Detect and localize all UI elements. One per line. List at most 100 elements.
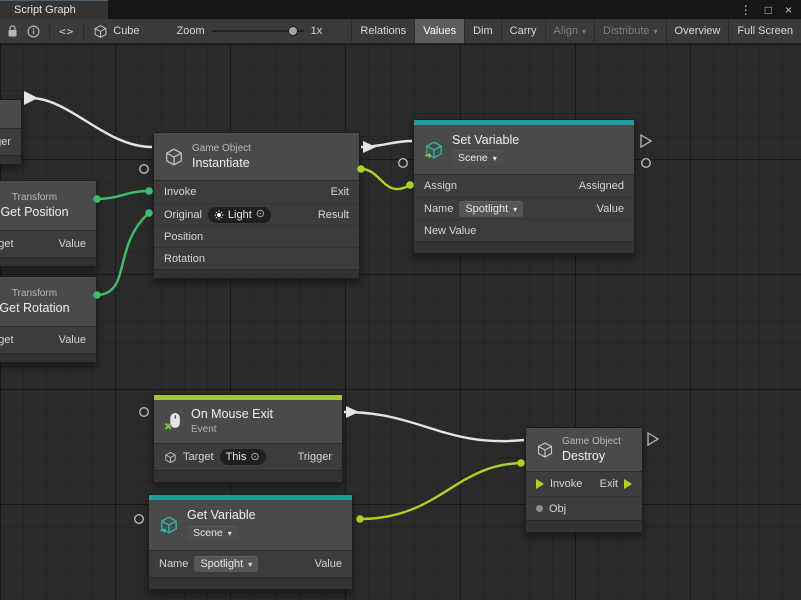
wire-flow-trigger-to-destroy-invoke[interactable] <box>344 412 524 441</box>
node-header: Transform Get Rotation <box>0 277 96 327</box>
chevron-down-icon: ▾ <box>582 28 586 36</box>
node-footer <box>414 241 634 253</box>
graph-target[interactable]: Cube <box>93 24 139 39</box>
script-graph-window: Script Graph ⋮ □ × <> <box>0 0 801 600</box>
port-original-input[interactable] <box>140 165 149 174</box>
node-get-variable[interactable]: Get Variable Scene ▾ Name Spotlight ▾ Va… <box>148 494 353 590</box>
target-port-label: Target <box>0 238 14 250</box>
maximize-icon[interactable]: □ <box>765 4 772 16</box>
graph-target-label: Cube <box>113 25 139 37</box>
exit-port-label: Exit <box>331 186 349 198</box>
game-object-icon <box>164 147 184 167</box>
overview-button[interactable]: Overview <box>666 19 729 43</box>
flow-arrow-icon <box>346 406 359 418</box>
node-edge-fragment[interactable]: Trigger <box>0 99 22 165</box>
target-port-label: Target <box>183 451 214 463</box>
port-row: Position <box>154 225 359 247</box>
wire-flow-fragment-to-invoke[interactable] <box>30 98 152 147</box>
wire-data-getrotation-to-rotation[interactable] <box>96 213 149 295</box>
node-destroy[interactable]: Game Object Destroy Invoke Exit Obj <box>525 427 643 533</box>
zoom-label: Zoom <box>177 25 205 37</box>
obj-port-label: Obj <box>549 503 566 515</box>
relations-button[interactable]: Relations <box>351 19 414 43</box>
port-mouse-target-input[interactable] <box>140 408 149 417</box>
node-header: Game Object Instantiate <box>154 133 359 181</box>
node-title: Get Variable <box>187 509 256 523</box>
graph-canvas[interactable]: Trigger Transform Get Position Target Va… <box>0 44 801 600</box>
target-object-field[interactable]: This ⊙ <box>220 449 266 465</box>
dim-button[interactable]: Dim <box>464 19 501 43</box>
flow-arrow-icon <box>24 91 38 105</box>
node-footer <box>154 470 342 482</box>
node-title: Set Variable <box>452 134 519 148</box>
distribute-dropdown[interactable]: Distribute ▾ <box>594 19 665 43</box>
object-picker-icon[interactable]: ⊙ <box>250 452 259 463</box>
original-object-field[interactable]: Light ⊙ <box>208 207 271 223</box>
cube-icon <box>93 24 108 39</box>
get-variable-icon <box>159 515 179 535</box>
port-row: Target Value <box>0 327 96 353</box>
game-object-icon <box>164 451 177 464</box>
node-header <box>0 100 21 129</box>
node-set-variable[interactable]: Set Variable Scene ▾ Assign Assigned Nam… <box>413 119 635 254</box>
value-port-label: Value <box>59 238 86 250</box>
port-destroy-exit-output[interactable] <box>648 433 658 445</box>
port-name-input[interactable] <box>399 159 408 168</box>
wire-data-result-to-new-value[interactable] <box>361 169 410 189</box>
code-preview-icon[interactable]: <> <box>59 25 74 38</box>
data-port-dot <box>145 187 153 195</box>
zoom-slider-knob[interactable] <box>288 26 298 36</box>
trigger-port-label: Trigger <box>298 451 332 463</box>
node-title: On Mouse Exit <box>191 408 273 422</box>
lock-icon[interactable] <box>7 25 18 38</box>
node-on-mouse-exit[interactable]: On Mouse Exit Event Target This ⊙ Trigge… <box>153 394 343 483</box>
node-title: Get Position <box>0 206 68 220</box>
carry-button[interactable]: Carry <box>501 19 545 43</box>
variable-scope-dropdown[interactable]: Scene ▾ <box>187 526 238 541</box>
node-get-position[interactable]: Transform Get Position Target Value <box>0 180 97 267</box>
zoom-slider[interactable] <box>212 25 304 37</box>
obj-port-icon[interactable] <box>536 505 543 512</box>
wire-data-getvariable-to-obj[interactable] <box>359 463 524 519</box>
exit-port-arrow-icon[interactable] <box>624 479 632 489</box>
port-assigned-output[interactable] <box>641 135 651 147</box>
name-port-label: Name <box>424 203 453 215</box>
variable-name-dropdown[interactable]: Spotlight ▾ <box>459 201 523 217</box>
node-title: Get Rotation <box>0 302 70 316</box>
node-footer <box>526 520 642 532</box>
node-get-rotation[interactable]: Transform Get Rotation Target Value <box>0 276 97 363</box>
values-button[interactable]: Values <box>414 19 464 43</box>
info-icon[interactable] <box>27 25 40 38</box>
close-icon[interactable]: × <box>785 4 792 16</box>
node-subtitle: Event <box>191 424 217 435</box>
port-row: Assign Assigned <box>414 175 634 197</box>
variable-name-dropdown[interactable]: Spotlight ▾ <box>194 556 258 572</box>
port-value-output[interactable] <box>642 159 651 168</box>
node-instantiate[interactable]: Game Object Instantiate Invoke Exit Orig… <box>153 132 360 279</box>
trigger-port-label: Trigger <box>0 136 11 148</box>
variable-scope-dropdown[interactable]: Scene ▾ <box>452 150 503 165</box>
fullscreen-button[interactable]: Full Screen <box>728 19 801 43</box>
node-category: Transform <box>12 192 57 203</box>
node-header: Set Variable Scene ▾ <box>414 125 634 175</box>
position-port-label: Position <box>164 231 203 243</box>
align-dropdown[interactable]: Align ▾ <box>545 19 594 43</box>
wire-flow-exit-to-assign[interactable] <box>361 141 412 147</box>
chevron-down-icon: ▾ <box>513 206 517 214</box>
toolbar-left: <> Cube Zoom 1x <box>0 19 322 43</box>
port-variable-name-input[interactable] <box>135 515 144 524</box>
menu-icon[interactable]: ⋮ <box>740 4 752 16</box>
wire-data-getposition-to-position[interactable] <box>96 191 149 199</box>
tab-script-graph[interactable]: Script Graph <box>0 0 108 19</box>
port-row: Rotation <box>154 247 359 269</box>
toolbar-right: Relations Values Dim Carry Align ▾ Distr… <box>351 19 801 43</box>
data-port-dot <box>517 459 525 467</box>
object-picker-icon[interactable]: ⊙ <box>256 209 265 220</box>
graph-toolbar: <> Cube Zoom 1x Relations Values <box>0 19 801 44</box>
invoke-port-arrow-icon[interactable] <box>536 479 544 489</box>
tab-bar: Script Graph ⋮ □ × <box>0 0 801 19</box>
port-row: Obj <box>526 496 642 520</box>
node-header: On Mouse Exit Event <box>154 400 342 444</box>
port-row: Original Light ⊙ Result <box>154 203 359 225</box>
zoom-control: Zoom 1x <box>177 25 323 37</box>
